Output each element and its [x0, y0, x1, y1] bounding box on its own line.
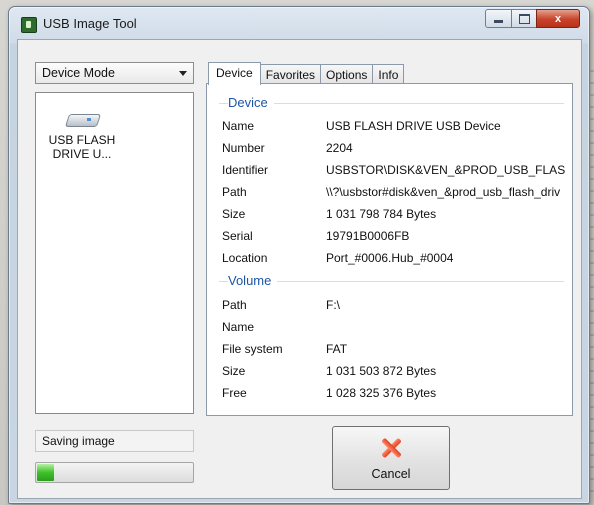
info-row: Size 1 031 798 784 Bytes [222, 207, 566, 225]
client-area: Device Mode USB FLASH DRIVE U... Device … [17, 39, 582, 499]
mode-select-value: Device Mode [42, 66, 115, 80]
window-title: USB Image Tool [43, 16, 137, 31]
info-value: \\?\usbstor#disk&ven_&prod_usb_flash_dri… [326, 185, 561, 199]
tab-device[interactable]: Device [208, 62, 261, 85]
title-bar[interactable]: USB Image Tool x [9, 7, 589, 39]
info-value: F:\ [326, 298, 340, 312]
info-key: Serial [222, 229, 253, 243]
usb-drive-icon [64, 111, 102, 129]
info-row: File system FAT [222, 342, 566, 360]
close-button[interactable]: x [536, 9, 580, 28]
info-row: Name [222, 320, 566, 338]
info-row: Path \\?\usbstor#disk&ven_&prod_usb_flas… [222, 185, 566, 203]
tab-info[interactable]: Info [372, 64, 405, 85]
info-key: Path [222, 185, 247, 199]
info-key: Free [222, 386, 247, 400]
info-value: USBSTOR\DISK&VEN_&PROD_USB_FLAS [326, 163, 566, 177]
info-value: 1 028 325 376 Bytes [326, 386, 437, 400]
info-row: Free 1 028 325 376 Bytes [222, 386, 566, 404]
mode-select[interactable]: Device Mode [35, 62, 194, 84]
info-value: FAT [326, 342, 348, 356]
device-tab-panel: Device Name USB FLASH DRIVE USB Device N… [206, 83, 573, 416]
group-title-device: Device [228, 95, 274, 110]
device-list-item-label: USB FLASH DRIVE U... [48, 133, 116, 161]
info-row: Size 1 031 503 872 Bytes [222, 364, 566, 382]
info-row: Location Port_#0006.Hub_#0004 [222, 251, 566, 269]
info-value: 1 031 503 872 Bytes [326, 364, 437, 378]
app-icon [21, 17, 37, 33]
info-key: Identifier [222, 163, 269, 177]
info-key: Size [222, 364, 246, 378]
info-value: 19791B0006FB [326, 229, 410, 243]
info-key: Name [222, 119, 255, 133]
close-icon: x [554, 12, 562, 25]
info-row: Number 2204 [222, 141, 566, 159]
info-key: Path [222, 298, 247, 312]
info-value: Port_#0006.Hub_#0004 [326, 251, 454, 265]
info-value: USB FLASH DRIVE USB Device [326, 119, 501, 133]
maximize-button[interactable] [511, 9, 537, 28]
app-window: USB Image Tool x Device Mode USB FLASH D… [8, 6, 590, 504]
info-row: Serial 19791B0006FB [222, 229, 566, 247]
info-value: 2204 [326, 141, 353, 155]
cancel-button-label: Cancel [371, 467, 411, 481]
device-list[interactable]: USB FLASH DRIVE U... [35, 92, 194, 414]
minimize-button[interactable] [485, 9, 512, 28]
tab-bar: Device Favorites Options Info [208, 62, 405, 85]
info-key: Location [222, 251, 268, 265]
cancel-x-icon [380, 437, 402, 459]
info-row: Name USB FLASH DRIVE USB Device [222, 119, 566, 137]
tab-favorites[interactable]: Favorites [259, 64, 322, 85]
info-row: Path F:\ [222, 298, 566, 316]
group-title-volume: Volume [228, 273, 278, 288]
tab-options[interactable]: Options [320, 64, 374, 85]
chevron-down-icon [179, 71, 187, 76]
minimize-icon [494, 19, 503, 23]
cancel-button[interactable]: Cancel [332, 426, 450, 490]
info-value: 1 031 798 784 Bytes [326, 207, 437, 221]
device-list-item[interactable]: USB FLASH DRIVE U... [42, 111, 122, 161]
info-key: File system [222, 342, 283, 356]
progress-bar [35, 462, 194, 483]
progress-fill [37, 464, 54, 481]
info-row: Identifier USBSTOR\DISK&VEN_&PROD_USB_FL… [222, 163, 566, 181]
status-text-box: Saving image [35, 430, 194, 452]
maximize-icon [518, 13, 530, 24]
info-key: Size [222, 207, 246, 221]
info-key: Number [222, 141, 265, 155]
info-key: Name [222, 320, 255, 334]
